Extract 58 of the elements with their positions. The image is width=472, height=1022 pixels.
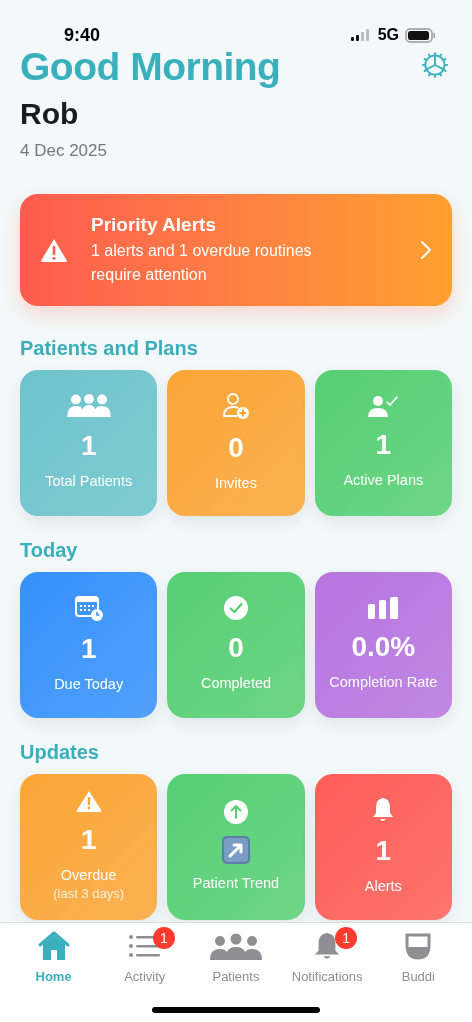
bell-icon — [371, 797, 396, 823]
stat-card[interactable]: 1 Alerts — [314, 773, 452, 920]
tab-item[interactable]: Home — [9, 931, 98, 1022]
person-check-icon — [368, 395, 399, 417]
settings-icon[interactable] — [420, 50, 450, 80]
people-icon — [209, 931, 262, 961]
arrow-box-icon — [222, 836, 250, 864]
card-label: Due Today — [54, 675, 124, 694]
stat-card[interactable]: 1 Overdue (last 3 days) — [20, 773, 158, 920]
stat-value: 0 — [228, 432, 244, 464]
home-icon — [36, 931, 71, 961]
greeting-title: Good Morning — [20, 46, 281, 88]
priority-alerts-banner[interactable]: Priority Alerts 1 alerts and 1 overdue routines require attention — [20, 193, 452, 306]
warning-icon — [75, 790, 102, 812]
section-title: Updates — [19, 739, 100, 764]
status-time: 9:40 — [64, 23, 101, 47]
card-label: Completed — [200, 674, 272, 693]
card-label: Overdue — [60, 866, 117, 885]
stat-card[interactable]: 1 Due Today — [20, 571, 158, 718]
stat-value: 1 — [375, 429, 392, 461]
user-name: Rob — [20, 96, 80, 132]
stat-card[interactable]: 1 Total Patients — [20, 369, 158, 516]
person-plus-icon — [222, 392, 250, 420]
stat-value: 1 — [80, 430, 97, 462]
section-title: Patients and Plans — [19, 335, 199, 360]
card-label: Completion Rate — [329, 673, 438, 692]
stat-card[interactable]: 1 Active Plans — [314, 369, 452, 516]
stat-value: 1 — [80, 633, 97, 665]
people-icon — [65, 394, 112, 418]
notification-badge: 1 — [152, 927, 175, 949]
checkmark-circle-icon — [224, 596, 248, 620]
stat-value: 0.0% — [351, 631, 416, 663]
stat-value: 0 — [228, 632, 244, 664]
arrow-up-circle-icon — [224, 800, 248, 824]
tab-item[interactable]: Patients — [191, 931, 280, 1022]
notification-badge: 1 — [335, 927, 358, 949]
stat-value: 1 — [80, 824, 97, 856]
card-label: Alerts — [364, 877, 402, 896]
section-title: Today — [19, 537, 79, 562]
network-label: 5G — [377, 25, 399, 45]
stat-card[interactable]: 0.0% Completion Rate — [314, 571, 452, 718]
card-label: Patient Trend — [192, 874, 280, 893]
stat-value: 1 — [375, 835, 392, 867]
chevron-right-icon — [420, 239, 432, 260]
alert-message: 1 alerts and 1 overdue routines require attention — [91, 240, 313, 285]
stat-card[interactable]: 0 Invites — [167, 369, 305, 516]
stat-card[interactable]: Patient Trend — [167, 773, 305, 920]
card-label: Total Patients — [45, 472, 133, 491]
date-label: 4 Dec 2025 — [20, 140, 108, 162]
bar-chart-icon — [368, 597, 399, 619]
calendar-clock-icon — [74, 595, 103, 621]
stat-card[interactable]: 0 Completed — [167, 571, 305, 718]
card-sublabel: (last 3 days) — [53, 885, 125, 903]
card-label: Invites — [215, 474, 257, 493]
card-label: Active Plans — [343, 471, 424, 490]
tab-item[interactable]: Buddi — [374, 931, 463, 1022]
battery-icon — [405, 27, 436, 43]
alert-title: Priority Alerts — [91, 212, 217, 237]
